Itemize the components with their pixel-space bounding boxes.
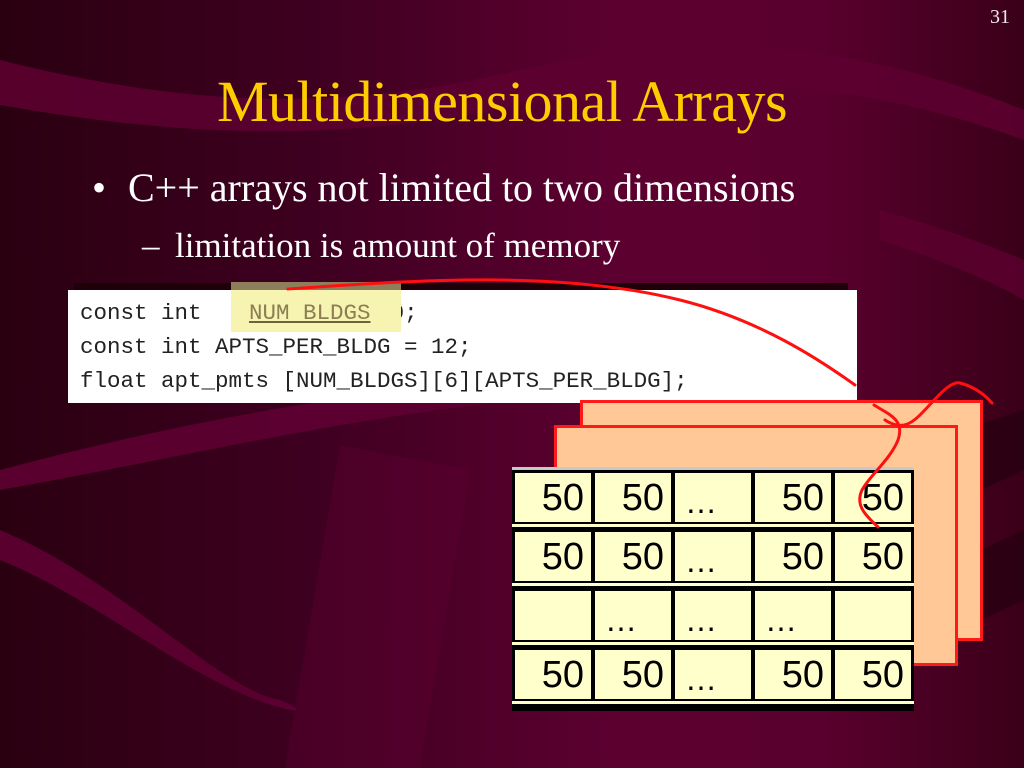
- grid-cell: …: [755, 591, 831, 640]
- grid-row-separator: [512, 524, 914, 527]
- grid-row: 50 50… 50 50: [512, 529, 914, 581]
- grid-cell: 50: [755, 473, 831, 522]
- grid-cell: 50: [595, 650, 671, 699]
- grid-cell: 50: [835, 532, 911, 581]
- grid-cell: 50: [835, 650, 911, 699]
- code-box: const int NUM BLDGS = 10; const int APTS…: [68, 290, 857, 403]
- bullet-marker: •: [92, 165, 107, 210]
- slide-page-number: 31: [990, 6, 1010, 28]
- code-line-1-prefix: const int: [80, 300, 216, 326]
- grid-cell: 50: [515, 473, 591, 522]
- grid-cell: [835, 591, 911, 640]
- grid-row-separator: [512, 642, 914, 645]
- grid-cell: …: [675, 532, 751, 581]
- grid-row: 50 50… 50 50: [512, 647, 914, 699]
- grid-cell: …: [595, 591, 671, 640]
- grid-row-separator: [512, 701, 914, 704]
- slide-title: Multidimensional Arrays: [216, 69, 788, 134]
- grid-cell: 50: [755, 650, 831, 699]
- grid-cell: 50: [515, 650, 591, 699]
- code-line-1: const int NUM BLDGS = 10;: [80, 296, 857, 330]
- highlighted-identifier: NUM BLDGS: [249, 300, 371, 326]
- grid-cell: 50: [515, 532, 591, 581]
- bullet-point: • C++ arrays not limited to two dimension…: [92, 164, 795, 211]
- bullet-text: C++ arrays not limited to two dimensions: [128, 165, 796, 210]
- grid-cell: …: [675, 591, 751, 640]
- grid-cell: [515, 591, 591, 640]
- grid-cell: …: [675, 473, 751, 522]
- grid-row: 50 50… 50 50: [512, 470, 914, 522]
- sub-bullet-marker: –: [142, 226, 160, 265]
- grid-row-separator: [512, 583, 914, 586]
- grid-row: ………: [512, 588, 914, 640]
- grid-cell: 50: [835, 473, 911, 522]
- array-grid: 50 50… 50 50 50 50… 50 50……… 50 50… 50 50: [512, 467, 914, 711]
- grid-cell: 50: [595, 532, 671, 581]
- sub-bullet-text: limitation is amount of memory: [175, 226, 621, 265]
- sub-bullet-point: – limitation is amount of memory: [142, 226, 620, 266]
- grid-cell: 50: [595, 473, 671, 522]
- grid-cell: …: [675, 650, 751, 699]
- grid-cell: 50: [755, 532, 831, 581]
- code-line-3: float apt_pmts [NUM_BLDGS][6][APTS_PER_B…: [80, 368, 688, 394]
- code-line-2: const int APTS_PER_BLDG = 12;: [80, 334, 472, 360]
